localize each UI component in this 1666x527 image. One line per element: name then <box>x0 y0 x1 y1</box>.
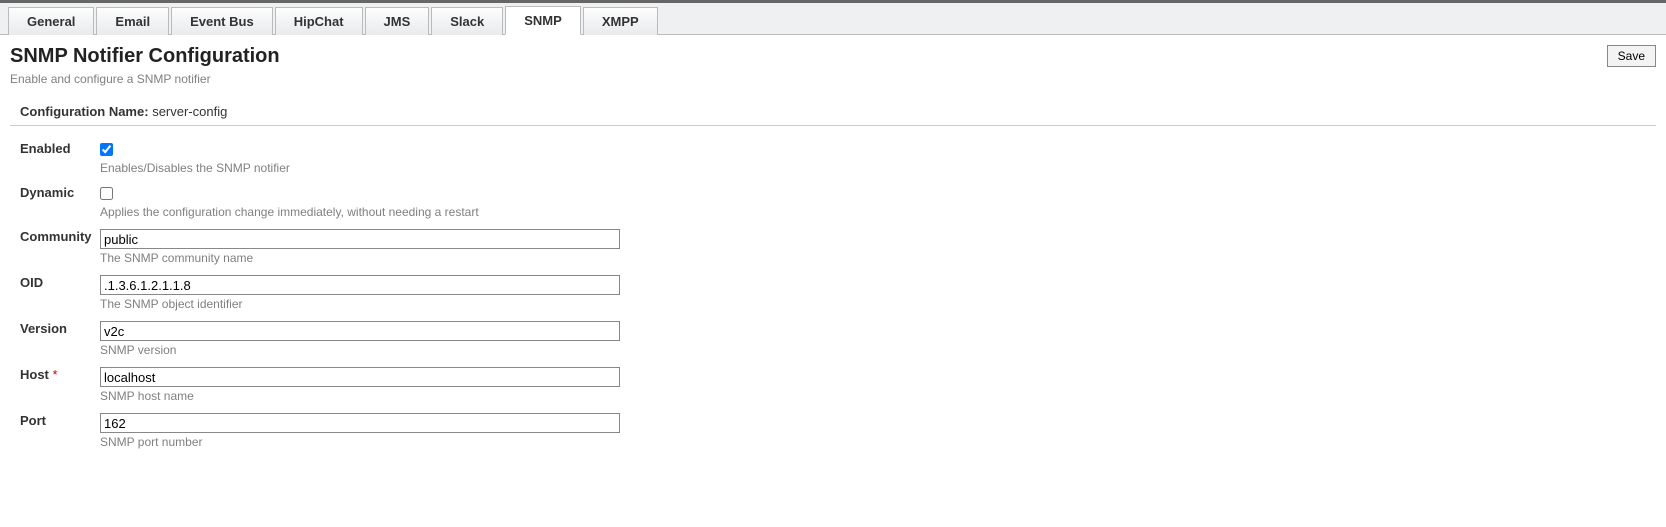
config-name-row: Configuration Name: server-config <box>10 104 1656 119</box>
tab-general[interactable]: General <box>8 7 94 35</box>
help-dynamic: Applies the configuration change immedia… <box>100 205 620 219</box>
save-button[interactable]: Save <box>1607 45 1656 67</box>
community-input[interactable] <box>100 229 620 249</box>
enabled-checkbox[interactable] <box>100 143 113 156</box>
form-table: Enabled Enables/Disables the SNMP notifi… <box>20 136 626 454</box>
label-enabled: Enabled <box>20 141 71 156</box>
row-port: Port SNMP port number <box>20 408 626 454</box>
label-oid: OID <box>20 275 43 290</box>
page-title: SNMP Notifier Configuration <box>10 45 280 68</box>
tab-hipchat[interactable]: HipChat <box>275 7 363 35</box>
help-oid: The SNMP object identifier <box>100 297 620 311</box>
help-community: The SNMP community name <box>100 251 620 265</box>
label-port: Port <box>20 413 46 428</box>
host-input[interactable] <box>100 367 620 387</box>
row-dynamic: Dynamic Applies the configuration change… <box>20 180 626 224</box>
dynamic-checkbox[interactable] <box>100 187 113 200</box>
row-enabled: Enabled Enables/Disables the SNMP notifi… <box>20 136 626 180</box>
port-input[interactable] <box>100 413 620 433</box>
oid-input[interactable] <box>100 275 620 295</box>
label-dynamic: Dynamic <box>20 185 74 200</box>
label-version: Version <box>20 321 67 336</box>
version-input[interactable] <box>100 321 620 341</box>
page-subtitle: Enable and configure a SNMP notifier <box>10 72 280 86</box>
tab-email[interactable]: Email <box>96 7 169 35</box>
row-oid: OID The SNMP object identifier <box>20 270 626 316</box>
row-host: Host * SNMP host name <box>20 362 626 408</box>
help-port: SNMP port number <box>100 435 620 449</box>
required-marker: * <box>53 367 58 382</box>
help-host: SNMP host name <box>100 389 620 403</box>
label-community: Community <box>20 229 92 244</box>
label-host: Host <box>20 367 49 382</box>
row-version: Version SNMP version <box>20 316 626 362</box>
separator <box>10 125 1656 126</box>
content-area: SNMP Notifier Configuration Enable and c… <box>0 35 1666 474</box>
row-community: Community The SNMP community name <box>20 224 626 270</box>
config-name-label: Configuration Name: <box>20 104 149 119</box>
config-name-value: server-config <box>152 104 227 119</box>
tab-event-bus[interactable]: Event Bus <box>171 7 273 35</box>
tab-snmp[interactable]: SNMP <box>505 6 581 35</box>
help-version: SNMP version <box>100 343 620 357</box>
tab-jms[interactable]: JMS <box>365 7 430 35</box>
tab-xmpp[interactable]: XMPP <box>583 7 658 35</box>
help-enabled: Enables/Disables the SNMP notifier <box>100 161 620 175</box>
tab-slack[interactable]: Slack <box>431 7 503 35</box>
tab-bar: General Email Event Bus HipChat JMS Slac… <box>0 0 1666 35</box>
